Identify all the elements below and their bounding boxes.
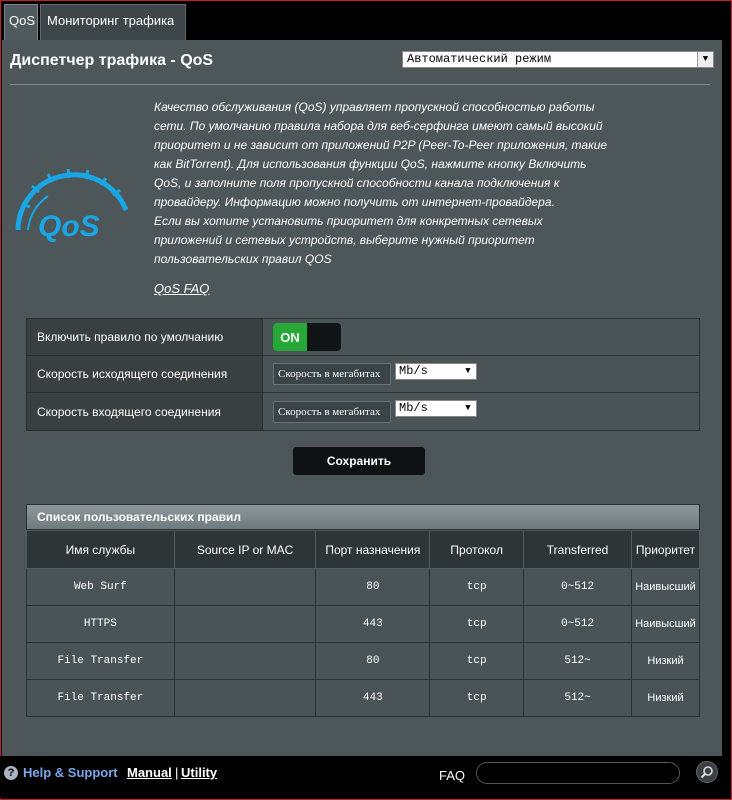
search-button[interactable] (696, 761, 718, 783)
qos-settings-table: Включить правило по умолчанию ON Скорост… (26, 318, 700, 431)
utility-link[interactable]: Utility (181, 765, 217, 780)
tab-bar: QoS Мониторинг трафика (4, 4, 186, 42)
service-name-cell: HTTPS (26, 605, 175, 643)
rules-header-row: Имя службы Source IP or MAC Порт назначе… (26, 530, 701, 569)
settings-row-upload: Скорость исходящего соединения Скорость … (27, 356, 699, 393)
description-line: QoS, и заполните поля пропускной способн… (154, 176, 560, 190)
port-cell: 443 (315, 679, 431, 717)
upload-speed-input[interactable]: Скорость в мегабитах (273, 363, 391, 385)
description-line: провайдеру. Информацию можно получить от… (154, 195, 555, 209)
table-row[interactable]: File Transfer 80 tcp 512~ Низкий (26, 642, 701, 680)
enable-value-cell: ON (263, 319, 699, 355)
priority-cell: Низкий (630, 642, 701, 680)
footer: ? Help & Support Manual | Utility FAQ (0, 756, 730, 798)
rules-title: Список пользовательских правил (26, 504, 700, 530)
faq-search-input[interactable] (476, 762, 680, 784)
column-header: Приоритет (630, 530, 701, 569)
transferred-cell: 0~512 (523, 605, 632, 643)
protocol-cell: tcp (429, 605, 525, 643)
description-line: пользовательских правил QOS (154, 252, 332, 266)
description-line: сети. По умолчанию правила набора для ве… (154, 119, 603, 133)
tab-traffic-monitor-label: Мониторинг трафика (47, 13, 175, 28)
transferred-cell: 512~ (523, 679, 632, 717)
protocol-cell: tcp (429, 568, 525, 606)
enable-label: Включить правило по умолчанию (27, 319, 263, 355)
transferred-cell: 512~ (523, 642, 632, 680)
table-row[interactable]: HTTPS 443 tcp 0~512 Наивысший (26, 605, 701, 643)
description-line: приоритет и не зависит от приложений P2P… (154, 138, 608, 152)
logo-text: QoS (38, 210, 100, 243)
manual-link[interactable]: Manual (127, 765, 172, 780)
priority-cell: Наивысший (630, 605, 701, 643)
qos-faq-link[interactable]: QoS FAQ (154, 281, 209, 296)
table-row[interactable]: Web Surf 80 tcp 0~512 Наивысший (26, 568, 701, 606)
protocol-cell: tcp (429, 679, 525, 717)
upload-label: Скорость исходящего соединения (27, 356, 263, 392)
priority-cell: Низкий (630, 679, 701, 717)
mode-select-value: Автоматический режим (407, 52, 552, 66)
service-name-cell: Web Surf (26, 568, 175, 606)
description-line: приложений и сетевых устройств, выберите… (154, 233, 535, 247)
chevron-down-icon: ▼ (465, 403, 471, 413)
source-cell (173, 679, 317, 717)
download-speed-input[interactable]: Скорость в мегабитах (273, 400, 391, 423)
service-name-cell: File Transfer (26, 642, 175, 680)
transferred-cell: 0~512 (523, 568, 632, 606)
service-name-cell: File Transfer (26, 679, 175, 717)
source-cell (173, 605, 317, 643)
download-unit-value: Mb/s (399, 401, 428, 415)
faq-label: FAQ (439, 768, 466, 783)
table-row[interactable]: File Transfer 443 tcp 512~ Низкий (26, 679, 701, 717)
download-label: Скорость входящего соединения (27, 393, 263, 430)
tab-qos-label: QoS (9, 13, 36, 28)
column-header: Transferred (523, 530, 632, 569)
protocol-cell: tcp (429, 642, 525, 680)
port-cell: 80 (315, 568, 431, 606)
chevron-down-icon: ▼ (697, 52, 713, 67)
user-rules-table: Имя службы Source IP or MAC Порт назначе… (26, 530, 701, 717)
description-line: Если вы хотите установить приоритет для … (154, 214, 543, 228)
question-icon: ? (4, 766, 18, 780)
source-cell (173, 568, 317, 606)
toggle-on-label: ON (273, 323, 307, 351)
footer-separator: | (175, 765, 179, 780)
qos-enable-toggle[interactable]: ON (273, 323, 341, 351)
save-button[interactable]: Сохранить (292, 446, 426, 476)
download-value-cell: Скорость в мегабитах Mb/s ▼ (263, 393, 699, 430)
tab-qos[interactable]: QoS (4, 4, 38, 42)
page-title: Диспетчер трафика - QoS (10, 52, 214, 69)
column-header: Протокол (429, 530, 525, 569)
port-cell: 443 (315, 605, 431, 643)
qos-description: Качество обслуживания (QoS) управляет пр… (154, 98, 618, 269)
priority-cell: Наивысший (630, 568, 701, 606)
column-header: Имя службы (26, 530, 175, 569)
help-support-label: Help & Support (23, 765, 118, 780)
upload-value-cell: Скорость в мегабитах Mb/s ▼ (263, 356, 699, 392)
download-unit-select[interactable]: Mb/s ▼ (395, 400, 477, 417)
upload-unit-value: Mb/s (399, 363, 428, 378)
mode-select[interactable]: Автоматический режим ▼ (402, 51, 714, 68)
qos-panel: Диспетчер трафика - QoS Автоматический р… (2, 40, 722, 756)
search-icon (700, 766, 713, 779)
column-header: Source IP or MAC (173, 530, 317, 569)
upload-unit-select[interactable]: Mb/s ▼ (395, 362, 477, 380)
speedometer-logo: QoS (15, 168, 129, 243)
header-divider (10, 84, 710, 85)
source-cell (173, 642, 317, 680)
column-header: Порт назначения (315, 530, 431, 569)
settings-row-download: Скорость входящего соединения Скорость в… (27, 393, 699, 430)
description-line: Качество обслуживания (QoS) управляет пр… (154, 100, 595, 114)
tab-traffic-monitor[interactable]: Мониторинг трафика (40, 4, 186, 42)
settings-row-enable: Включить правило по умолчанию ON (27, 319, 699, 356)
description-line: как BitTorrent). Для использования функц… (154, 157, 587, 171)
toggle-knob (307, 323, 341, 351)
port-cell: 80 (315, 642, 431, 680)
chevron-down-icon: ▼ (465, 365, 471, 376)
